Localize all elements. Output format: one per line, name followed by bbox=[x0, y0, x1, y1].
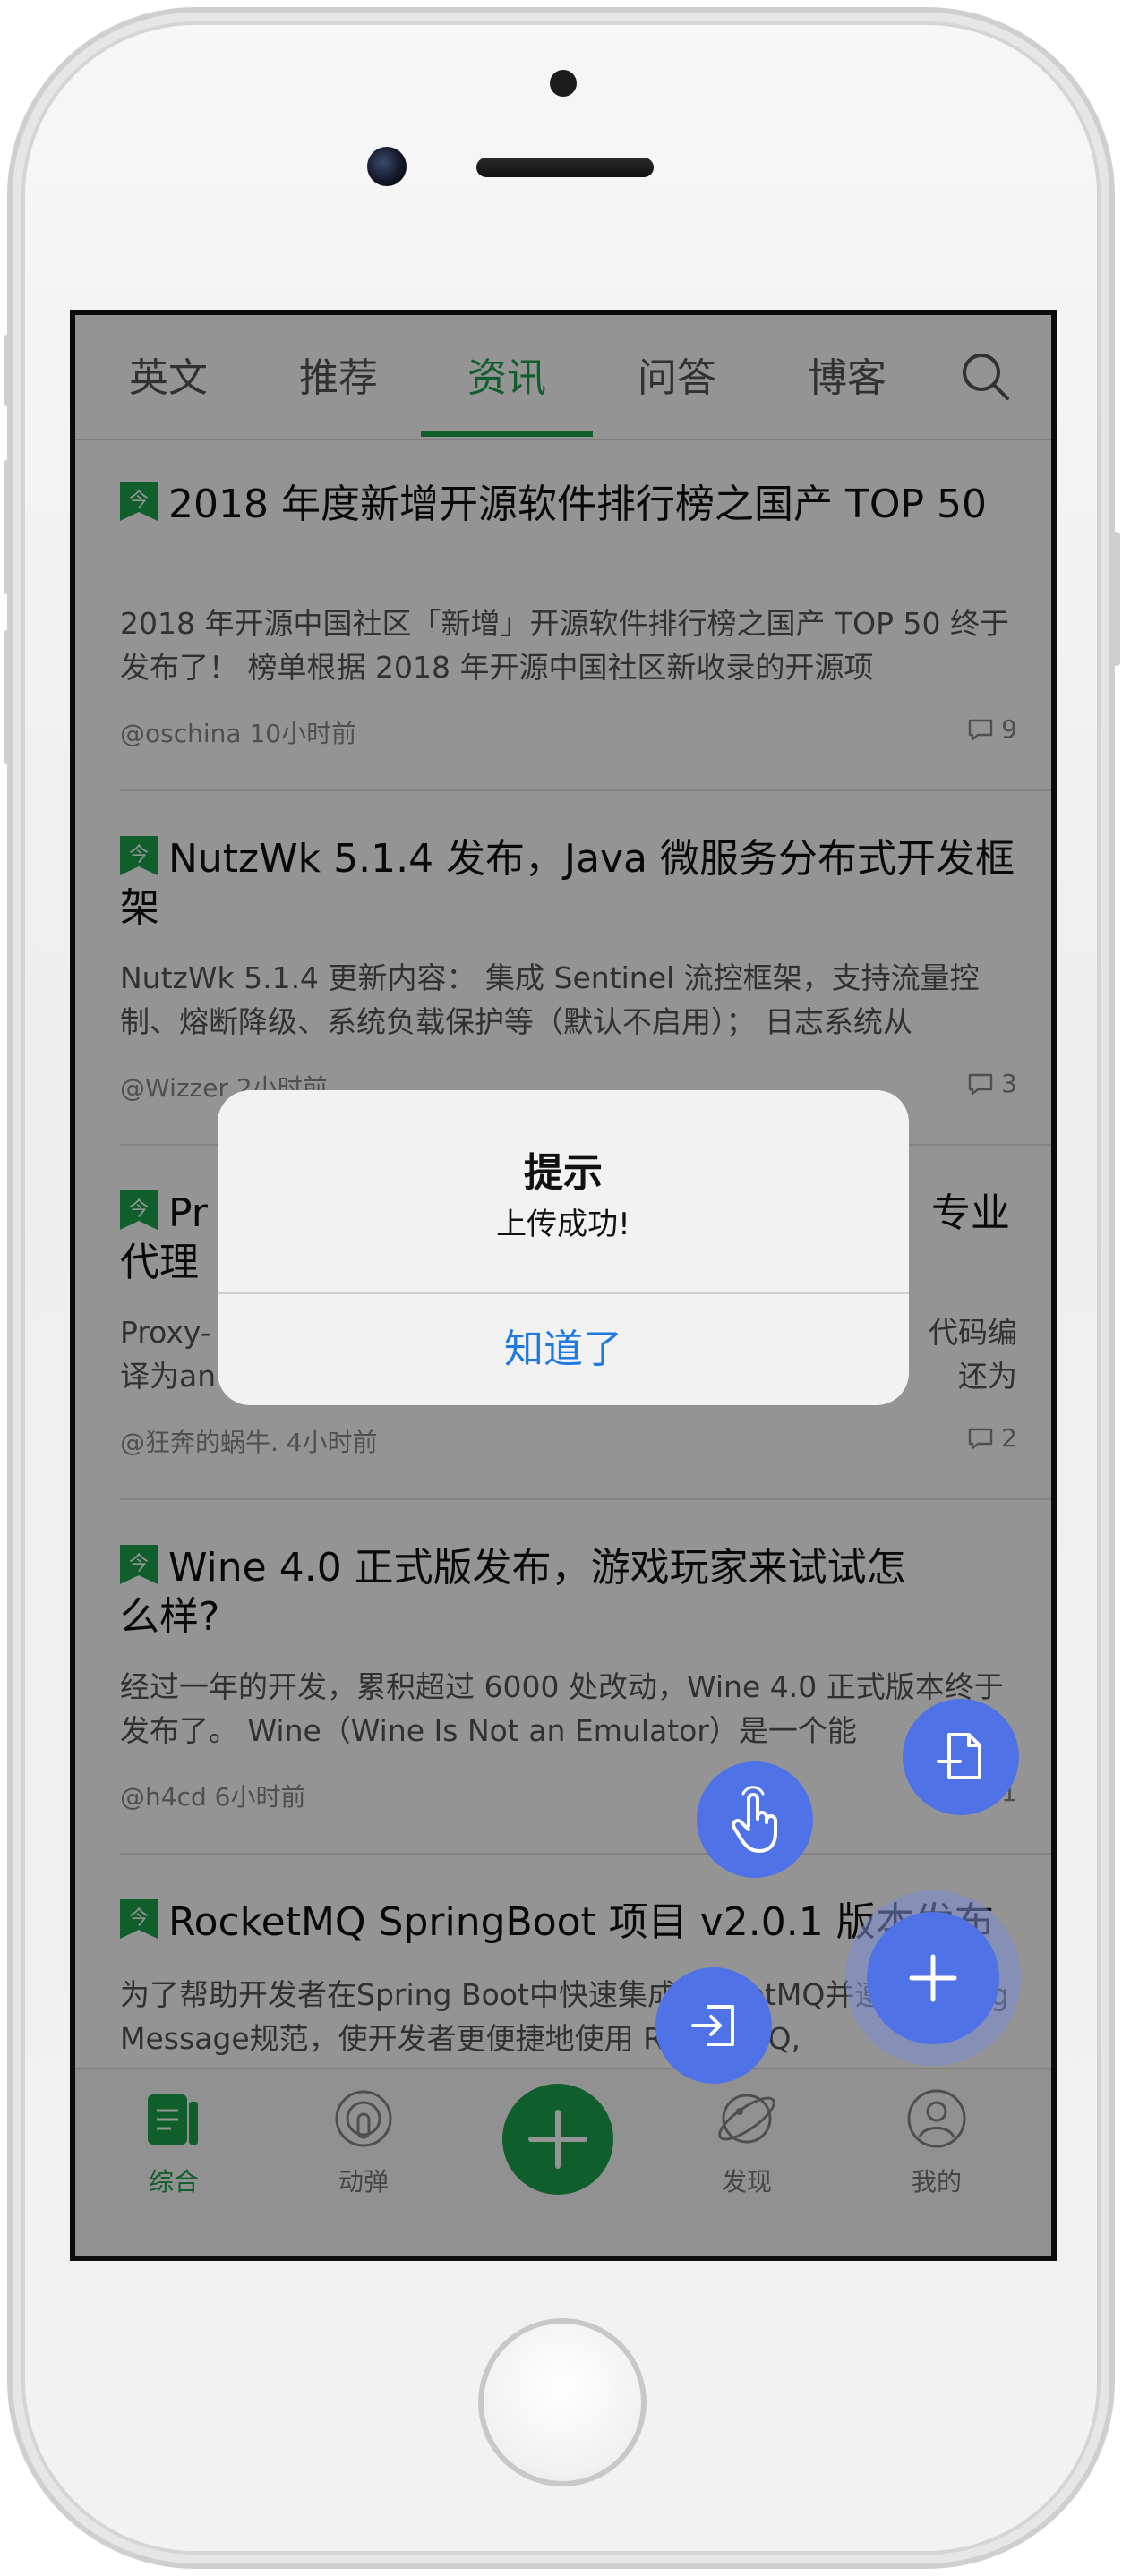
mute-switch bbox=[4, 335, 11, 406]
power-button bbox=[1113, 532, 1120, 666]
login-fab[interactable] bbox=[655, 1967, 772, 2084]
gesture-fab[interactable] bbox=[697, 1761, 813, 1878]
volume-up-button bbox=[4, 460, 11, 594]
front-camera bbox=[367, 147, 407, 186]
phone-screen: 英文 推荐 资讯 问答 博客 今 2018 年度新增开源软件排行榜之国产 TOP … bbox=[70, 310, 1057, 2261]
home-button[interactable] bbox=[478, 2318, 647, 2486]
volume-down-button bbox=[4, 630, 11, 764]
proximity-sensor bbox=[550, 70, 577, 97]
file-import-icon bbox=[937, 1733, 981, 1779]
alert-message: 上传成功! bbox=[496, 1207, 630, 1242]
upload-file-fab[interactable] bbox=[903, 1699, 1019, 1815]
hand-pointer-icon bbox=[732, 1786, 777, 1853]
plus-icon bbox=[909, 1954, 957, 2002]
main-fab[interactable] bbox=[867, 1912, 999, 2044]
alert-dialog: 提示 上传成功! 知道了 bbox=[218, 1090, 909, 1405]
alert-ok-button[interactable]: 知道了 bbox=[218, 1294, 909, 1405]
earpiece-speaker bbox=[476, 158, 654, 177]
alert-title: 提示 bbox=[524, 1150, 603, 1196]
sign-in-icon bbox=[691, 2005, 734, 2046]
